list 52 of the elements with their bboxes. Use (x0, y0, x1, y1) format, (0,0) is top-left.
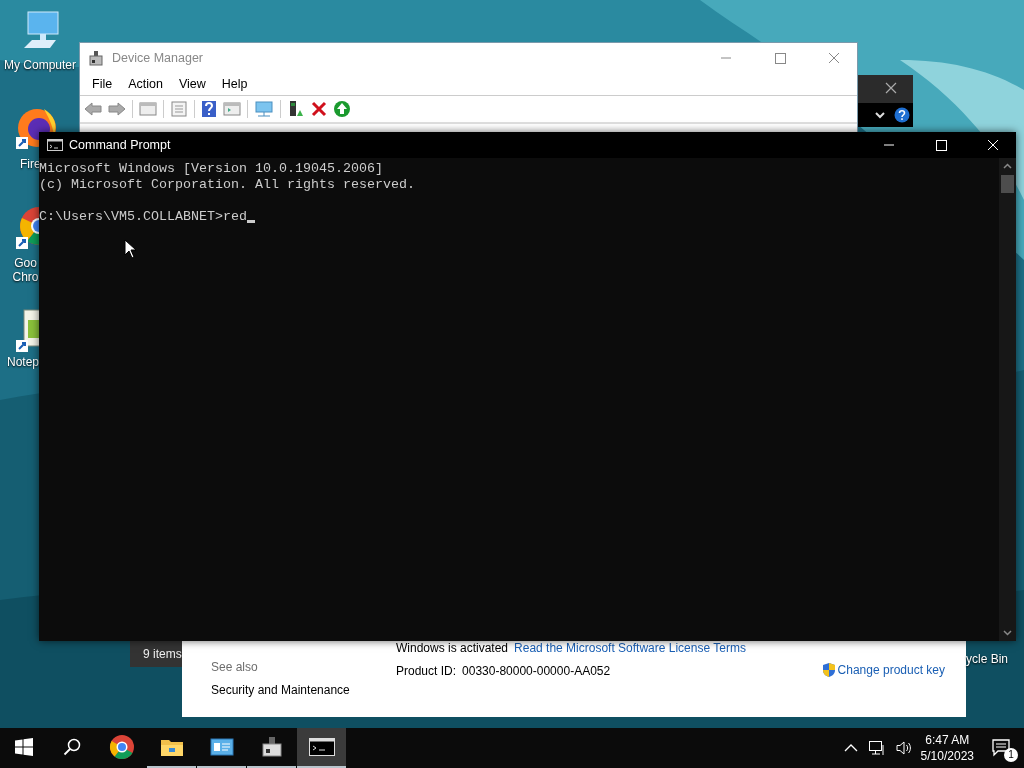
activation-status: Windows is activated (396, 641, 509, 655)
item-count: 9 items (130, 641, 182, 667)
see-also-link[interactable]: Security and Maintenance (211, 683, 396, 697)
menu-item[interactable]: View (170, 77, 214, 91)
help-icon[interactable] (894, 107, 910, 123)
update-driver-icon[interactable] (287, 100, 305, 118)
license-terms-link[interactable]: Read the Microsoft Software License Terms (514, 641, 746, 655)
back-arrow-icon[interactable] (84, 101, 102, 117)
desktop-icon-label[interactable]: Goo Chro (12, 256, 39, 284)
console-output-line: Microsoft Windows [Version 10.0.19045.2006] (39, 161, 384, 177)
scrollbar[interactable] (999, 158, 1016, 641)
browser-icon (108, 734, 135, 760)
desktop-icon-label[interactable]: My Computer (2, 58, 78, 72)
search-icon (63, 738, 81, 756)
speaker-icon[interactable] (895, 740, 912, 756)
console-icon (308, 738, 335, 756)
menu-item[interactable]: Action (120, 77, 171, 91)
notification-count-badge: 1 (1004, 748, 1018, 762)
control-panel-icon (209, 737, 234, 757)
console-output-line: (c) Microsoft Corporation. All rights reserved. (39, 177, 416, 193)
monitor-icon[interactable] (254, 101, 274, 117)
notifications-icon[interactable] (992, 739, 1012, 757)
clock-time: 6:47 AM (925, 732, 970, 748)
device-manager-icon (260, 736, 283, 758)
text-cursor (246, 220, 255, 223)
clock-date: 5/10/2023 (920, 748, 974, 764)
scrollbar-thumb[interactable] (1001, 175, 1014, 193)
close-button[interactable] (883, 80, 899, 96)
taskbar-app-button[interactable] (297, 728, 346, 768)
mouse-pointer-icon (124, 239, 138, 259)
menu-item[interactable]: Help (213, 77, 256, 91)
clock[interactable]: 6:47 AM 5/10/2023 (920, 732, 974, 764)
desktop-icon-label[interactable]: Notep (7, 355, 39, 369)
uninstall-x-icon[interactable] (311, 101, 327, 117)
console-icon (47, 139, 63, 151)
device-manager-icon (88, 50, 104, 66)
command-line[interactable]: C:\Users\VM5.COLLABNET>red (39, 209, 247, 225)
window-title: Device Manager (112, 51, 203, 65)
change-product-key-link[interactable]: Change product key (837, 663, 945, 677)
chevron-down-icon[interactable] (874, 110, 886, 120)
product-id-value: 00330-80000-00000-AA052 (462, 664, 611, 678)
see-also-heading: See also (211, 660, 259, 674)
menu-item[interactable]: File (84, 77, 121, 91)
shield-icon (821, 662, 836, 678)
product-id-label: Product ID: (396, 664, 457, 678)
chevron-up-icon[interactable] (843, 743, 858, 753)
desktop-icon-label[interactable]: ycle Bin (966, 652, 1009, 666)
forward-arrow-icon[interactable] (108, 101, 126, 117)
windows-logo-icon (15, 738, 33, 756)
window-title: Command Prompt (69, 138, 171, 152)
folder-icon (159, 737, 184, 757)
network-icon[interactable] (867, 740, 886, 756)
